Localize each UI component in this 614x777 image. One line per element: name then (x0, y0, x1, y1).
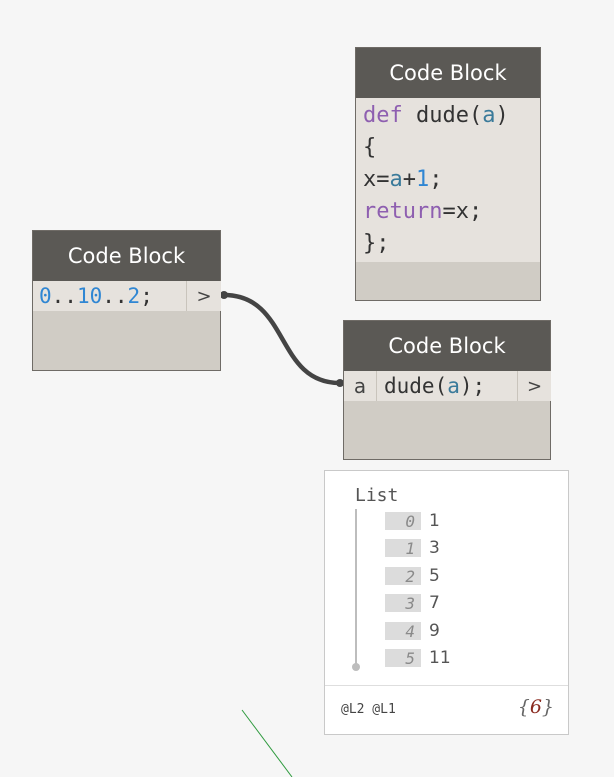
list-item: 2 5 (385, 566, 440, 586)
number-token: 10 (76, 284, 103, 308)
node-title[interactable]: Code Block (356, 48, 540, 98)
output-port[interactable]: > (186, 281, 221, 311)
list-value: 11 (429, 648, 451, 668)
code-text: dude( (384, 374, 448, 398)
list-index: 3 (385, 594, 421, 613)
list-value: 3 (429, 538, 440, 558)
code-text: .. (102, 284, 128, 308)
param-token: a (389, 167, 403, 192)
code-editor[interactable]: dude(a); (377, 371, 517, 401)
count-brace-open: { (517, 696, 530, 718)
param-token: a (482, 103, 496, 128)
count-number: 6 (529, 696, 542, 718)
code-text: ; (429, 167, 443, 192)
number-token: 0 (39, 284, 52, 308)
node-title[interactable]: Code Block (344, 321, 550, 371)
code-block-node-def[interactable]: Code Block def dude(a) { x=a+1; return=x… (355, 47, 541, 301)
code-line-5: }; (363, 228, 533, 260)
input-port-a[interactable]: a (344, 371, 377, 401)
list-item: 0 1 (385, 511, 440, 531)
code-text: dude( (402, 103, 483, 128)
item-count: {6} (518, 696, 554, 718)
node-title[interactable]: Code Block (33, 231, 220, 281)
code-line-2: { (363, 132, 533, 164)
list-index: 1 (385, 539, 421, 558)
code-text: ) (495, 103, 509, 128)
param-token: a (447, 374, 460, 398)
code-text: =x; (442, 199, 483, 224)
number-token: 1 (416, 167, 430, 192)
list-index: 5 (385, 649, 421, 668)
code-line-1: def dude(a) (363, 100, 533, 132)
wire-start-dot (220, 291, 228, 299)
list-index: 4 (385, 622, 421, 641)
list-item: 1 3 (385, 538, 440, 558)
list-item: 3 7 (385, 593, 440, 613)
watch-footer: @L2 @L1 {6} (325, 685, 568, 735)
code-editor[interactable]: def dude(a) { x=a+1; return=x; }; (356, 98, 540, 262)
number-token: 2 (127, 284, 141, 308)
code-line-4: return=x; (363, 196, 533, 228)
code-text: }; (363, 231, 390, 256)
keyword-return: return (363, 199, 443, 224)
count-brace-close: } (541, 696, 554, 718)
list-value: 5 (429, 566, 440, 586)
connector-wire[interactable] (221, 292, 343, 386)
list-value: 7 (429, 593, 440, 613)
output-port[interactable]: > (517, 371, 551, 401)
list-index: 2 (385, 567, 421, 586)
list-value: 1 (429, 511, 440, 531)
code-text: ); (459, 374, 486, 398)
list-header: List (355, 485, 399, 506)
list-tree-end-dot (352, 663, 360, 671)
code-text: .. (51, 284, 77, 308)
code-line-3: x=a+1; (363, 164, 533, 196)
preview-watch-panel[interactable]: List 0 1 1 3 2 5 3 7 4 9 5 11 @L2 @L1 {6… (324, 470, 569, 735)
list-tree-line (355, 509, 357, 664)
code-text: + (402, 167, 416, 192)
code-text: x= (363, 167, 390, 192)
code-block-node-range[interactable]: Code Block 0..10..2; > (32, 230, 221, 371)
code-block-node-call[interactable]: Code Block a dude(a); > (343, 320, 551, 460)
list-item: 4 9 (385, 621, 440, 641)
selection-guide-line (241, 709, 293, 777)
keyword-def: def (363, 103, 403, 128)
list-item: 5 11 (385, 648, 451, 668)
code-text: ; (140, 284, 153, 308)
list-value: 9 (429, 621, 440, 641)
code-text: { (363, 135, 377, 160)
list-index: 0 (385, 512, 421, 531)
code-editor[interactable]: 0..10..2; (33, 281, 186, 311)
list-levels[interactable]: @L2 @L1 (341, 702, 396, 717)
